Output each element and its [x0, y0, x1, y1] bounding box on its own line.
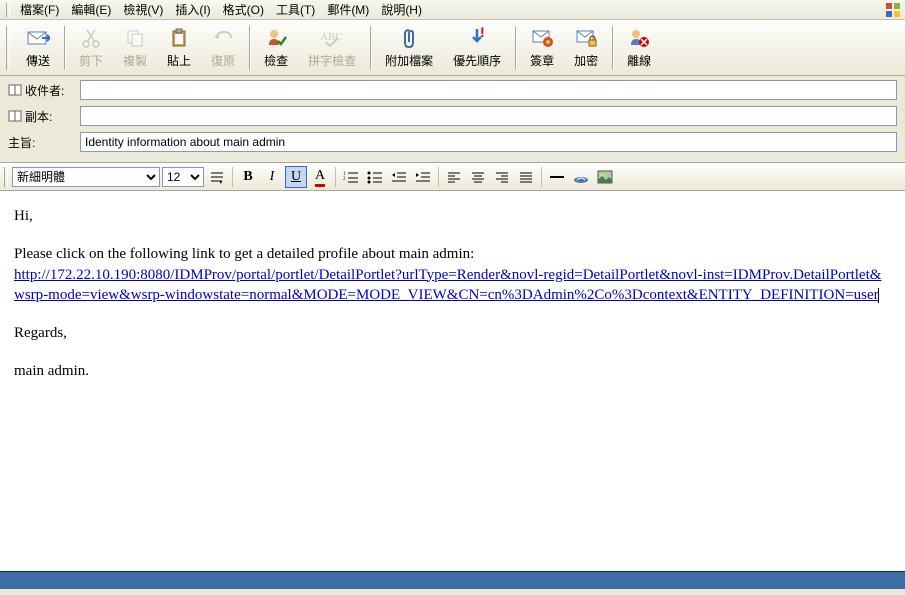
paste-icon — [167, 26, 191, 50]
attach-button[interactable]: 附加檔案 — [375, 24, 443, 71]
separator — [541, 167, 542, 187]
align-right-button[interactable] — [491, 166, 513, 188]
menu-edit[interactable]: 編輯(E) — [65, 0, 117, 20]
italic-button[interactable]: I — [261, 166, 283, 188]
svg-text:!: ! — [480, 27, 485, 40]
font-color-button[interactable]: A — [309, 166, 331, 188]
indent-button[interactable] — [412, 166, 434, 188]
separator — [515, 26, 516, 70]
body-link[interactable]: http://172.22.10.190:8080/IDMProv/portal… — [14, 267, 881, 303]
size-select[interactable]: 12 — [162, 167, 204, 187]
cc-label[interactable]: 副本: — [8, 108, 80, 125]
separator — [335, 167, 336, 187]
menu-format[interactable]: 格式(O) — [217, 0, 270, 20]
svg-text:2: 2 — [343, 177, 346, 182]
menu-insert[interactable]: 插入(I) — [169, 0, 216, 20]
grip-icon — [6, 3, 10, 17]
send-button[interactable]: 傳送 — [16, 24, 60, 71]
subject-label: 主旨: — [8, 134, 80, 151]
menu-view[interactable]: 檢視(V) — [117, 0, 169, 20]
hr-button[interactable] — [546, 166, 568, 188]
grip-icon — [6, 26, 10, 70]
spell-button[interactable]: ABC 拼字檢查 — [298, 24, 366, 71]
sign-button[interactable]: 簽章 — [520, 24, 564, 71]
text-cursor — [878, 288, 879, 303]
to-input[interactable] — [80, 80, 897, 100]
spell-icon: ABC — [320, 26, 344, 50]
copy-button[interactable]: 複製 — [113, 24, 157, 71]
format-toolbar: 新細明體 12 ▾ B I U A 12 — [0, 163, 905, 191]
separator — [232, 167, 233, 187]
outdent-button[interactable] — [388, 166, 410, 188]
address-book-icon — [8, 110, 22, 122]
menu-file[interactable]: 檔案(F) — [14, 0, 65, 20]
body-signature: main admin. — [14, 361, 891, 381]
undo-icon — [211, 26, 235, 50]
check-button[interactable]: 檢查 — [254, 24, 298, 71]
bold-button[interactable]: B — [237, 166, 259, 188]
copy-icon — [123, 26, 147, 50]
main-toolbar: 傳送 剪下 複製 貼上 復原 檢查 ABC 拼字檢查 附加檔案 ! 優先順序 簽… — [0, 20, 905, 76]
svg-text:▾: ▾ — [219, 178, 223, 184]
menu-help[interactable]: 說明(H) — [375, 0, 428, 20]
separator — [249, 26, 250, 70]
font-select[interactable]: 新細明體 — [12, 167, 160, 187]
cc-input[interactable] — [80, 106, 897, 126]
align-left-button[interactable] — [443, 166, 465, 188]
grip-icon — [4, 167, 8, 187]
link-button[interactable] — [570, 166, 592, 188]
undo-button[interactable]: 復原 — [201, 24, 245, 71]
offline-icon — [627, 26, 651, 50]
separator — [438, 167, 439, 187]
body-greeting: Hi, — [14, 206, 891, 226]
align-center-button[interactable] — [467, 166, 489, 188]
status-bar — [0, 571, 905, 589]
send-icon — [26, 26, 50, 50]
svg-text:ABC: ABC — [320, 31, 343, 43]
align-justify-button[interactable] — [515, 166, 537, 188]
bullet-list-button[interactable] — [364, 166, 386, 188]
menu-tools[interactable]: 工具(T) — [270, 0, 321, 20]
windows-logo-icon — [885, 2, 901, 18]
body-regards: Regards, — [14, 323, 891, 343]
menu-mail[interactable]: 郵件(M) — [321, 0, 375, 20]
message-body[interactable]: Hi, Please click on the following link t… — [0, 191, 905, 571]
separator — [612, 26, 613, 70]
encrypt-icon — [574, 26, 598, 50]
address-book-icon — [8, 84, 22, 96]
priority-button[interactable]: ! 優先順序 — [443, 24, 511, 71]
attach-icon — [397, 26, 421, 50]
check-names-icon — [264, 26, 288, 50]
paragraph-style-button[interactable]: ▾ — [206, 166, 228, 188]
paste-button[interactable]: 貼上 — [157, 24, 201, 71]
subject-input[interactable] — [80, 132, 897, 152]
cut-icon — [79, 26, 103, 50]
numbered-list-button[interactable]: 12 — [340, 166, 362, 188]
separator — [64, 26, 65, 70]
picture-button[interactable] — [594, 166, 616, 188]
separator — [370, 26, 371, 70]
header-fields: 收件者: 副本: 主旨: — [0, 76, 905, 163]
underline-button[interactable]: U — [285, 166, 307, 188]
cut-button[interactable]: 剪下 — [69, 24, 113, 71]
sign-icon — [530, 26, 554, 50]
body-intro: Please click on the following link to ge… — [14, 246, 474, 262]
offline-button[interactable]: 離線 — [617, 24, 661, 71]
to-label[interactable]: 收件者: — [8, 82, 80, 99]
encrypt-button[interactable]: 加密 — [564, 24, 608, 71]
priority-icon: ! — [465, 26, 489, 50]
menu-bar: 檔案(F) 編輯(E) 檢視(V) 插入(I) 格式(O) 工具(T) 郵件(M… — [0, 0, 905, 20]
